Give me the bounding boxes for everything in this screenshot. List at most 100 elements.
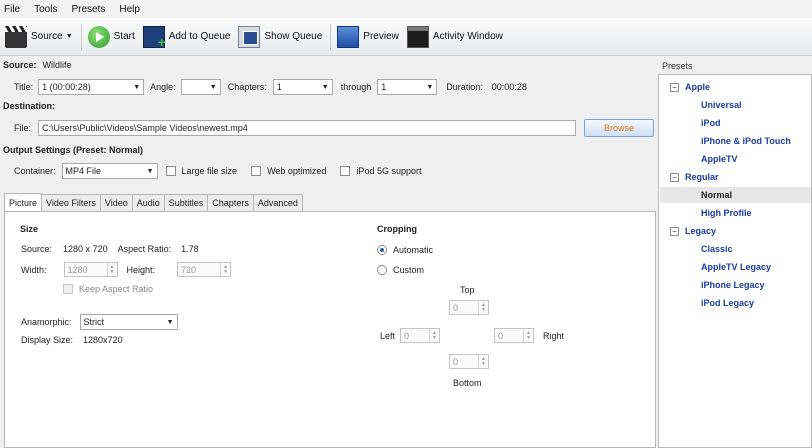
container-select[interactable]: MP4 File ▼	[61, 163, 158, 179]
browse-button[interactable]: Browse	[584, 119, 655, 137]
crop-top-label: Top	[460, 285, 475, 295]
source-row: Source: Wildlife	[3, 60, 72, 70]
title-select[interactable]: 1 (00:00:28) ▼	[38, 79, 145, 95]
output-settings-label: Output Settings (Preset: Normal)	[3, 145, 144, 155]
preset-appletv-legacy[interactable]: AppleTV Legacy	[701, 262, 771, 272]
start-button[interactable]: Start	[85, 22, 138, 52]
preset-group-regular[interactable]: − Regular	[670, 172, 719, 182]
crop-left-row: Left 0 ▲ ▼	[380, 328, 441, 343]
tab-video[interactable]: Video	[99, 194, 133, 211]
preset-high-profile[interactable]: High Profile	[701, 208, 752, 218]
crop-custom-radio[interactable]	[377, 265, 387, 275]
crop-left-label: Left	[380, 330, 396, 341]
collapse-icon[interactable]: −	[670, 172, 679, 182]
crop-top-stepper[interactable]: 0 ▲ ▼	[449, 300, 489, 315]
crop-left-stepper[interactable]: 0 ▲ ▼	[400, 328, 441, 343]
crop-right-stepper[interactable]: 0 ▲ ▼	[494, 328, 534, 343]
preset-ipod[interactable]: iPod	[701, 118, 721, 128]
source-button[interactable]: Source ▼	[2, 22, 76, 52]
crop-automatic-row: Automatic	[377, 245, 433, 255]
crop-custom-label: Custom	[393, 265, 425, 275]
presets-tree: − Apple Universal iPod iPhone & iPod Touc…	[658, 74, 812, 448]
tab-picture[interactable]: Picture	[4, 193, 43, 211]
collapse-icon[interactable]: −	[670, 82, 679, 92]
toolbar-separator	[330, 23, 332, 50]
keep-aspect-label: Keep Aspect Ratio	[79, 284, 154, 294]
preset-normal[interactable]: Normal	[701, 190, 732, 200]
stepper-arrows-icon: ▲ ▼	[523, 329, 533, 342]
width-stepper[interactable]: 1280 ▲ ▼	[63, 262, 118, 277]
anamorphic-select[interactable]: Strict ▼	[79, 314, 178, 330]
display-size-row: Display Size: 1280x720	[21, 335, 123, 345]
preset-group-legacy[interactable]: − Legacy	[670, 226, 716, 236]
chevron-down-icon: ▼	[133, 83, 141, 91]
menu-tools[interactable]: Tools	[34, 4, 57, 15]
title-row: Title: 1 (00:00:28) ▼ Angle: ▼ Chapters: …	[14, 79, 527, 95]
preview-icon	[337, 25, 360, 48]
preset-ipod-legacy[interactable]: iPod Legacy	[701, 298, 754, 308]
width-label: Width:	[21, 264, 47, 275]
dimensions-row: Width: 1280 ▲ ▼ Height: 720 ▲ ▼	[21, 262, 232, 277]
menu-presets[interactable]: Presets	[71, 4, 105, 15]
chapters-to-select[interactable]: 1 ▼	[377, 79, 438, 95]
tab-audio[interactable]: Audio	[131, 194, 165, 211]
chevron-down-icon: ▼	[209, 83, 217, 91]
ipod-5g-checkbox[interactable]	[340, 166, 351, 176]
tab-chapters[interactable]: Chapters	[207, 194, 254, 211]
keep-aspect-row: Keep Aspect Ratio	[63, 284, 153, 294]
angle-label: Angle:	[150, 82, 176, 92]
keep-aspect-checkbox[interactable]	[63, 284, 73, 294]
activity-window-button[interactable]: Activity Window	[404, 22, 506, 52]
main-panel: Source: Wildlife Title: 1 (00:00:28) ▼ An…	[0, 57, 656, 448]
chevron-down-icon: ▼	[146, 167, 154, 175]
web-optimized-checkbox[interactable]	[251, 166, 262, 176]
add-queue-icon	[142, 25, 166, 50]
ipod-5g-label: iPod 5G support	[356, 166, 422, 176]
destination-row: Destination:	[3, 101, 55, 111]
stepper-arrows-icon: ▲ ▼	[478, 355, 488, 368]
preset-group-apple[interactable]: − Apple	[670, 82, 710, 92]
chapters-label: Chapters:	[227, 82, 267, 92]
clapperboard-icon	[5, 25, 27, 48]
toolbar-separator	[80, 23, 82, 50]
collapse-icon[interactable]: −	[670, 226, 679, 236]
container-row: Container: MP4 File ▼ Large file size Web…	[14, 163, 421, 179]
large-file-label: Large file size	[181, 166, 238, 176]
selected-preset-highlight	[660, 187, 811, 203]
tab-video-filters[interactable]: Video Filters	[41, 194, 101, 211]
picture-panel: Size Source: 1280 x 720 Aspect Ratio: 1.…	[4, 211, 656, 448]
stepper-arrows-icon: ▲ ▼	[220, 263, 230, 276]
preset-iphone-legacy[interactable]: iPhone Legacy	[701, 280, 765, 290]
file-path-input[interactable]: C:\Users\Public\Videos\Sample Videos\new…	[38, 120, 577, 136]
chevron-down-icon: ▼	[321, 83, 329, 91]
anamorphic-row: Anamorphic: Strict ▼	[21, 314, 178, 330]
add-to-queue-button[interactable]: Add to Queue	[140, 22, 234, 52]
preset-appletv[interactable]: AppleTV	[701, 154, 738, 164]
large-file-checkbox[interactable]	[165, 166, 176, 176]
menu-help[interactable]: Help	[119, 4, 140, 15]
height-stepper[interactable]: 720 ▲ ▼	[177, 262, 232, 277]
menu-bar: File Tools Presets Help	[0, 0, 812, 18]
picture-source-value: 1280 x 720	[63, 244, 108, 254]
show-queue-button[interactable]: Show Queue	[235, 22, 325, 52]
display-size-value: 1280x720	[83, 335, 123, 345]
preview-button[interactable]: Preview	[334, 22, 402, 52]
aspect-ratio-label: Aspect Ratio:	[117, 244, 172, 254]
cropping-heading: Cropping	[377, 224, 417, 234]
preset-universal[interactable]: Universal	[701, 100, 742, 110]
crop-automatic-radio[interactable]	[377, 245, 387, 255]
crop-bottom-stepper[interactable]: 0 ▲ ▼	[449, 354, 489, 369]
crop-custom-row: Custom	[377, 265, 424, 275]
crop-right-row: 0 ▲ ▼ Right	[494, 328, 564, 343]
preset-classic[interactable]: Classic	[701, 244, 733, 254]
preset-iphone-ipod-touch[interactable]: iPhone & iPod Touch	[701, 136, 791, 146]
duration-value: 00:00:28	[491, 82, 527, 92]
menu-file[interactable]: File	[4, 4, 20, 15]
stepper-arrows-icon: ▲ ▼	[106, 263, 117, 276]
tab-advanced[interactable]: Advanced	[252, 194, 303, 211]
angle-select[interactable]: ▼	[180, 79, 221, 95]
chapters-from-select[interactable]: 1 ▼	[272, 79, 333, 95]
web-optimized-label: Web optimized	[267, 166, 327, 176]
tab-subtitles[interactable]: Subtitles	[163, 194, 209, 211]
destination-label: Destination:	[3, 101, 56, 111]
